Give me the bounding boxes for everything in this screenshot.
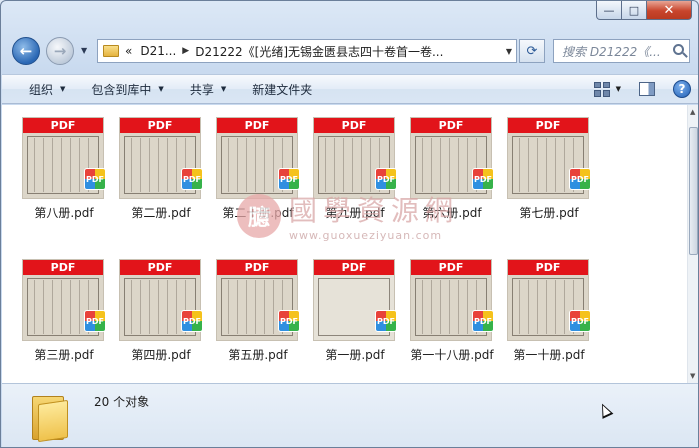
file-name: 第八册.pdf	[34, 206, 94, 220]
pdf-banner: PDF	[23, 260, 103, 275]
include-in-library-menu[interactable]: 包含到库中 ▼	[78, 81, 176, 98]
file-item[interactable]: PDF PDF 第七册.pdf	[505, 106, 595, 226]
forward-arrow-icon: →	[53, 42, 67, 60]
organize-menu[interactable]: 组织 ▼	[2, 81, 78, 98]
search-icon	[673, 44, 684, 55]
search-placeholder: 搜索 D21222《...	[562, 44, 661, 59]
chevron-down-icon: ▼	[158, 85, 164, 93]
explorer-window: — □ ✕ ← → ▼ « D21... ▶ D21222《[光绪]无锡金匮县志…	[0, 0, 699, 448]
folder-icon	[32, 392, 72, 443]
pdf-badge-icon: PDF	[278, 310, 300, 332]
pdf-badge-icon: PDF	[278, 168, 300, 190]
breadcrumb-overflow[interactable]: «	[125, 44, 132, 58]
file-name: 第九册.pdf	[325, 206, 385, 220]
details-pane: 20 个对象	[2, 383, 698, 447]
file-list-view[interactable]: PDF PDF 第八册.pdf PDF PDF 第二册.pdf PDF PDF …	[2, 105, 687, 383]
file-item[interactable]: PDF PDF 第二十册.pdf	[214, 106, 304, 226]
preview-pane-icon[interactable]	[639, 82, 655, 96]
file-item[interactable]: PDF PDF 第三册.pdf	[20, 248, 110, 368]
pdf-badge-icon: PDF	[181, 168, 203, 190]
pdf-badge-icon: PDF	[84, 168, 106, 190]
file-item[interactable]: PDF PDF 第九册.pdf	[311, 106, 401, 226]
address-dropdown-icon[interactable]: ▼	[506, 47, 512, 56]
share-menu[interactable]: 共享 ▼	[177, 81, 239, 98]
help-icon[interactable]: ?	[673, 80, 691, 98]
pdf-banner: PDF	[120, 260, 200, 275]
view-dropdown-icon[interactable]: ▼	[616, 85, 621, 93]
scroll-down-icon[interactable]: ▼	[690, 372, 695, 380]
pdf-badge-icon: PDF	[375, 310, 397, 332]
pdf-banner: PDF	[23, 118, 103, 133]
pdf-badge-icon: PDF	[181, 310, 203, 332]
new-folder-label: 新建文件夹	[252, 82, 313, 97]
scrollbar-thumb[interactable]	[689, 127, 698, 255]
file-name: 第三册.pdf	[34, 348, 94, 362]
pdf-banner: PDF	[314, 260, 394, 275]
back-arrow-icon: ←	[19, 42, 33, 60]
pdf-badge-icon: PDF	[569, 168, 591, 190]
navigation-bar: ← → ▼ « D21... ▶ D21222《[光绪]无锡金匮县志四十卷首一卷…	[1, 37, 698, 65]
toolbar-right-group: ▼ ?	[593, 80, 691, 98]
file-item[interactable]: PDF PDF 第六册.pdf	[408, 106, 498, 226]
file-item[interactable]: PDF PDF 第五册.pdf	[214, 248, 304, 368]
pdf-badge-icon: PDF	[472, 310, 494, 332]
file-name: 第五册.pdf	[228, 348, 288, 362]
folder-icon	[103, 45, 119, 57]
pdf-banner: PDF	[120, 118, 200, 133]
item-count: 20 个对象	[94, 395, 150, 409]
search-input[interactable]: 搜索 D21222《...	[553, 39, 690, 63]
window-caption-buttons: — □ ✕	[596, 1, 692, 20]
refresh-button[interactable]: ⟳	[519, 39, 545, 63]
pdf-badge-icon: PDF	[569, 310, 591, 332]
new-folder-button[interactable]: 新建文件夹	[239, 81, 325, 98]
organize-label: 组织	[29, 82, 54, 97]
pdf-badge-icon: PDF	[472, 168, 494, 190]
file-item[interactable]: PDF PDF 第二册.pdf	[117, 106, 207, 226]
pdf-banner: PDF	[217, 260, 297, 275]
pdf-banner: PDF	[217, 118, 297, 133]
pdf-banner: PDF	[508, 118, 588, 133]
pdf-banner: PDF	[411, 260, 491, 275]
chevron-down-icon: ▼	[81, 46, 88, 55]
pdf-banner: PDF	[508, 260, 588, 275]
back-button[interactable]: ←	[12, 37, 40, 65]
file-name: 第一十八册.pdf	[410, 348, 494, 362]
refresh-icon: ⟳	[526, 43, 538, 59]
file-name: 第一十册.pdf	[513, 348, 585, 362]
view-options-icon[interactable]	[593, 81, 610, 97]
command-bar: 组织 ▼ 包含到库中 ▼ 共享 ▼ 新建文件夹 ▼ ?	[2, 74, 698, 104]
file-name: 第一册.pdf	[325, 348, 385, 362]
file-name: 第二十册.pdf	[222, 206, 294, 220]
chevron-down-icon: ▼	[60, 85, 66, 93]
file-item[interactable]: PDF PDF 第八册.pdf	[20, 106, 110, 226]
minimize-button[interactable]: —	[596, 1, 622, 20]
share-label: 共享	[189, 82, 214, 97]
watermark-url: www.guoxueziyuan.com	[289, 229, 443, 242]
file-item[interactable]: PDF PDF 第一册.pdf	[311, 248, 401, 368]
breadcrumb-separator-icon[interactable]: ▶	[182, 46, 189, 56]
file-name: 第七册.pdf	[519, 206, 579, 220]
recent-pages-dropdown[interactable]: ▼	[81, 46, 87, 55]
pdf-banner: PDF	[411, 118, 491, 133]
address-bar[interactable]: « D21... ▶ D21222《[光绪]无锡金匮县志四十卷首一卷... ▼	[97, 39, 517, 63]
breadcrumb-item[interactable]: D21...	[140, 44, 176, 58]
file-name: 第四册.pdf	[131, 348, 191, 362]
pdf-badge-icon: PDF	[375, 168, 397, 190]
file-item[interactable]: PDF PDF 第四册.pdf	[117, 248, 207, 368]
file-name: 第六册.pdf	[422, 206, 482, 220]
pdf-badge-icon: PDF	[84, 310, 106, 332]
pdf-banner: PDF	[314, 118, 394, 133]
file-item[interactable]: PDF PDF 第一十册.pdf	[505, 248, 595, 368]
file-name: 第二册.pdf	[131, 206, 191, 220]
vertical-scrollbar[interactable]: ▲ ▼	[687, 105, 698, 383]
scroll-up-icon[interactable]: ▲	[690, 108, 695, 116]
maximize-button[interactable]: □	[622, 1, 647, 20]
include-in-library-label: 包含到库中	[91, 82, 152, 97]
breadcrumb-item[interactable]: D21222《[光绪]无锡金匮县志四十卷首一卷...	[195, 43, 443, 60]
chevron-down-icon: ▼	[220, 85, 227, 93]
forward-button[interactable]: →	[46, 37, 74, 65]
file-item[interactable]: PDF PDF 第一十八册.pdf	[408, 248, 498, 368]
close-button[interactable]: ✕	[647, 1, 692, 20]
